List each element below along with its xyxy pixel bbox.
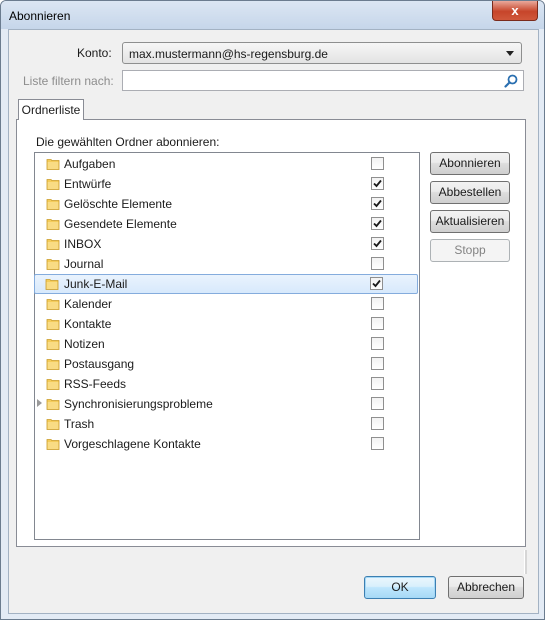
folder-name: Kalender xyxy=(64,297,113,311)
folder-icon xyxy=(46,199,60,210)
list-item[interactable]: Gesendete Elemente xyxy=(35,214,419,234)
folder-name: Kontakte xyxy=(64,317,112,331)
folder-icon xyxy=(46,439,60,450)
list-item[interactable]: Postausgang xyxy=(35,354,419,374)
folder-icon xyxy=(46,239,60,250)
checkmark-icon xyxy=(373,179,382,188)
folder-name: Junk-E-Mail xyxy=(64,277,128,291)
unsubscribe-button[interactable]: Abbestellen xyxy=(430,181,510,204)
close-button[interactable]: x xyxy=(492,1,538,21)
folder-name: Trash xyxy=(64,417,95,431)
folder-icon xyxy=(46,219,60,230)
folder-name: Notizen xyxy=(64,337,105,351)
subscribe-checkbox[interactable] xyxy=(371,177,384,190)
subscribe-checkbox[interactable] xyxy=(370,277,383,290)
tab-folder-list[interactable]: Ordnerliste xyxy=(18,99,84,120)
account-dropdown[interactable]: max.mustermann@hs-regensburg.de xyxy=(122,42,522,64)
folder-name: Vorgeschlagene Kontakte xyxy=(64,437,201,451)
list-item[interactable]: Vorgeschlagene Kontakte xyxy=(35,434,419,454)
folder-list[interactable]: Aufgaben Entwürfe Gelöschte Elemente Gesend… xyxy=(34,152,420,540)
cancel-button[interactable]: Abbrechen xyxy=(448,576,524,599)
list-item[interactable]: Aufgaben xyxy=(35,154,419,174)
account-value: max.mustermann@hs-regensburg.de xyxy=(129,47,328,61)
subscribe-checkbox[interactable] xyxy=(371,157,384,170)
folder-icon xyxy=(46,319,60,330)
list-item[interactable]: INBOX xyxy=(35,234,419,254)
folder-name: Postausgang xyxy=(64,357,135,371)
folder-name: RSS-Feeds xyxy=(64,377,127,391)
list-item[interactable]: Entwürfe xyxy=(35,174,419,194)
list-item[interactable]: Kalender xyxy=(35,294,419,314)
folder-icon xyxy=(46,179,60,190)
expand-arrow-icon[interactable] xyxy=(37,399,42,407)
subscribe-checkbox[interactable] xyxy=(371,337,384,350)
resize-divider xyxy=(524,550,527,574)
folder-list-panel: Die gewählten Ordner abonnieren: Aufgabe… xyxy=(16,119,526,547)
list-item[interactable]: RSS-Feeds xyxy=(35,374,419,394)
subscribe-checkbox[interactable] xyxy=(371,217,384,230)
folder-icon xyxy=(46,259,60,270)
folder-name: Entwürfe xyxy=(64,177,112,191)
close-icon: x xyxy=(511,3,519,18)
list-caption: Die gewählten Ordner abonnieren: xyxy=(36,135,220,149)
subscribe-dialog: Abonnieren x Konto: max.mustermann@hs-re… xyxy=(0,0,545,620)
search-icon[interactable] xyxy=(503,73,519,89)
list-item[interactable]: Synchronisierungsprobleme xyxy=(35,394,419,414)
subscribe-checkbox[interactable] xyxy=(371,437,384,450)
subscribe-button[interactable]: Abonnieren xyxy=(430,152,510,175)
ok-button[interactable]: OK xyxy=(364,576,436,599)
filter-label: Liste filtern nach: xyxy=(23,74,114,88)
subscribe-checkbox[interactable] xyxy=(371,377,384,390)
list-item[interactable]: Journal xyxy=(35,254,419,274)
checkmark-icon xyxy=(372,279,381,288)
list-item[interactable]: Notizen xyxy=(35,334,419,354)
folder-name: Gelöschte Elemente xyxy=(64,197,173,211)
folder-icon xyxy=(46,299,60,310)
title-bar[interactable]: Abonnieren x xyxy=(1,1,544,29)
folder-name: INBOX xyxy=(64,237,102,251)
subscribe-checkbox[interactable] xyxy=(371,397,384,410)
folder-name: Journal xyxy=(64,257,104,271)
refresh-button[interactable]: Aktualisieren xyxy=(430,210,510,233)
list-item[interactable]: Kontakte xyxy=(35,314,419,334)
folder-name: Synchronisierungsprobleme xyxy=(64,397,213,411)
folder-icon xyxy=(46,419,60,430)
subscribe-checkbox[interactable] xyxy=(371,297,384,310)
folder-name: Gesendete Elemente xyxy=(64,217,177,231)
folder-icon xyxy=(45,279,59,290)
folder-icon xyxy=(46,359,60,370)
window-title: Abonnieren xyxy=(9,9,71,23)
dialog-body: Konto: max.mustermann@hs-regensburg.de L… xyxy=(8,29,539,614)
filter-input[interactable] xyxy=(122,70,524,91)
checkmark-icon xyxy=(373,199,382,208)
list-item[interactable]: Junk-E-Mail xyxy=(34,274,418,294)
account-label: Konto: xyxy=(77,46,112,60)
folder-icon xyxy=(46,379,60,390)
folder-name: Aufgaben xyxy=(64,157,116,171)
folder-icon xyxy=(46,399,60,410)
list-item[interactable]: Gelöschte Elemente xyxy=(35,194,419,214)
subscribe-checkbox[interactable] xyxy=(371,257,384,270)
subscribe-checkbox[interactable] xyxy=(371,197,384,210)
checkmark-icon xyxy=(373,239,382,248)
subscribe-checkbox[interactable] xyxy=(371,357,384,370)
folder-icon xyxy=(46,339,60,350)
subscribe-checkbox[interactable] xyxy=(371,317,384,330)
stop-button[interactable]: Stopp xyxy=(430,239,510,262)
subscribe-checkbox[interactable] xyxy=(371,417,384,430)
list-item[interactable]: Trash xyxy=(35,414,419,434)
chevron-down-icon xyxy=(506,51,514,56)
folder-icon xyxy=(46,159,60,170)
subscribe-checkbox[interactable] xyxy=(371,237,384,250)
checkmark-icon xyxy=(373,219,382,228)
